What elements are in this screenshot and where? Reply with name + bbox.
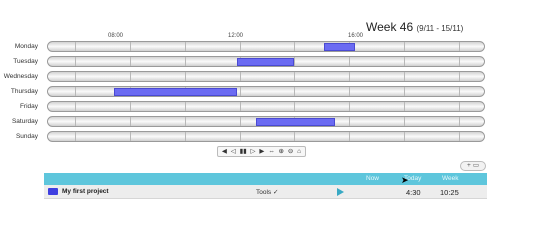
week-title: Week 46 (9/11 - 15/11) <box>366 20 463 34</box>
hour-gridline <box>75 57 77 66</box>
day-label: Saturday <box>11 118 38 125</box>
hour-gridline <box>403 42 405 51</box>
hour-gridline <box>239 132 241 141</box>
hour-gridline <box>184 57 186 66</box>
time-label-16: 16:00 <box>348 33 364 39</box>
day-track[interactable] <box>47 116 485 127</box>
fit-button[interactable]: ⇔ <box>268 147 275 156</box>
hour-gridline <box>458 132 460 141</box>
hour-gridline <box>239 117 241 126</box>
hour-gridline <box>403 72 405 81</box>
table-header: Now Today Week <box>44 173 487 185</box>
hour-gridline <box>403 87 405 96</box>
time-label-12: 12:00 <box>228 33 244 39</box>
home-button[interactable]: ⌂ <box>297 147 301 156</box>
hour-gridline <box>184 72 186 81</box>
hour-gridline <box>349 72 351 81</box>
hour-gridline <box>294 72 296 81</box>
header-now: Now <box>366 175 380 182</box>
hour-gridline <box>130 132 132 141</box>
day-track[interactable] <box>47 41 485 52</box>
week-time: 10:25 <box>440 188 459 197</box>
hour-gridline <box>239 87 241 96</box>
zoom-in-button[interactable]: ⊕ <box>279 147 284 156</box>
time-label-08: 08:00 <box>108 33 124 39</box>
hour-gridline <box>130 57 132 66</box>
hour-gridline <box>458 42 460 51</box>
hour-gridline <box>239 102 241 111</box>
hour-gridline <box>239 42 241 51</box>
hour-gridline <box>75 42 77 51</box>
day-label: Wednesday <box>3 73 38 80</box>
hour-gridline <box>75 132 77 141</box>
hour-gridline <box>130 117 132 126</box>
hour-gridline <box>130 42 132 51</box>
hour-gridline <box>294 87 296 96</box>
hour-gridline <box>130 72 132 81</box>
first-button[interactable]: ◀ <box>222 147 227 156</box>
day-label: Monday <box>14 43 38 50</box>
hour-gridline <box>184 117 186 126</box>
hour-gridline <box>403 132 405 141</box>
hour-gridline <box>349 132 351 141</box>
plus-icon: + <box>467 162 471 169</box>
time-entry-bar[interactable] <box>236 58 295 66</box>
hour-gridline <box>75 87 77 96</box>
week-range: (9/11 - 15/11) <box>416 24 464 33</box>
hour-gridline <box>458 87 460 96</box>
hour-gridline <box>403 57 405 66</box>
week-number: Week 46 <box>366 20 414 34</box>
hour-gridline <box>239 72 241 81</box>
day-label: Tuesday <box>13 58 38 65</box>
hour-gridline <box>184 102 186 111</box>
hour-gridline <box>294 132 296 141</box>
hour-gridline <box>403 117 405 126</box>
table-row[interactable]: My first project Tools ✓ 4:30 10:25 <box>44 185 487 199</box>
hour-gridline <box>130 102 132 111</box>
hour-gridline <box>349 57 351 66</box>
hour-gridline <box>349 102 351 111</box>
time-entry-bar[interactable] <box>324 43 355 51</box>
hour-gridline <box>184 42 186 51</box>
day-label: Sunday <box>15 133 38 140</box>
hour-gridline <box>458 117 460 126</box>
folder-icon: ▭ <box>472 162 479 169</box>
day-track[interactable] <box>47 101 485 112</box>
hour-gridline <box>458 57 460 66</box>
hour-gridline <box>75 72 77 81</box>
today-time: 4:30 <box>406 188 421 197</box>
prev-button[interactable]: ◁ <box>231 147 236 156</box>
project-name: My first project <box>62 188 109 195</box>
hour-gridline <box>403 102 405 111</box>
play-icon[interactable] <box>337 188 344 196</box>
day-track[interactable] <box>47 131 485 142</box>
day-track[interactable] <box>47 71 485 82</box>
hour-gridline <box>294 42 296 51</box>
hour-gridline <box>75 102 77 111</box>
hour-gridline <box>349 87 351 96</box>
header-week: Week <box>442 175 459 182</box>
time-entry-bar[interactable] <box>113 88 237 96</box>
hour-gridline <box>458 72 460 81</box>
project-color-swatch <box>48 188 58 195</box>
hour-gridline <box>294 102 296 111</box>
hour-gridline <box>184 132 186 141</box>
hour-gridline <box>294 57 296 66</box>
day-label: Friday <box>19 103 38 110</box>
timeline-controls: ◀ ◁ ▮▮ ▷ ▶ ⇔ ⊕ ⊖ ⌂ <box>217 146 306 157</box>
day-label: Thursday <box>10 88 38 95</box>
add-project-button[interactable]: + ▭ <box>460 161 486 171</box>
next-button[interactable]: ▷ <box>251 147 256 156</box>
zoom-out-button[interactable]: ⊖ <box>288 147 293 156</box>
pause-button[interactable]: ▮▮ <box>240 147 247 156</box>
day-track[interactable] <box>47 56 485 67</box>
mouse-cursor-icon: ➤ <box>401 175 409 185</box>
time-entry-bar[interactable] <box>256 118 336 126</box>
hour-gridline <box>75 117 77 126</box>
tools-menu[interactable]: Tools ✓ <box>256 188 278 196</box>
day-track[interactable] <box>47 86 485 97</box>
hour-gridline <box>458 102 460 111</box>
last-button[interactable]: ▶ <box>259 147 264 156</box>
hour-gridline <box>349 117 351 126</box>
